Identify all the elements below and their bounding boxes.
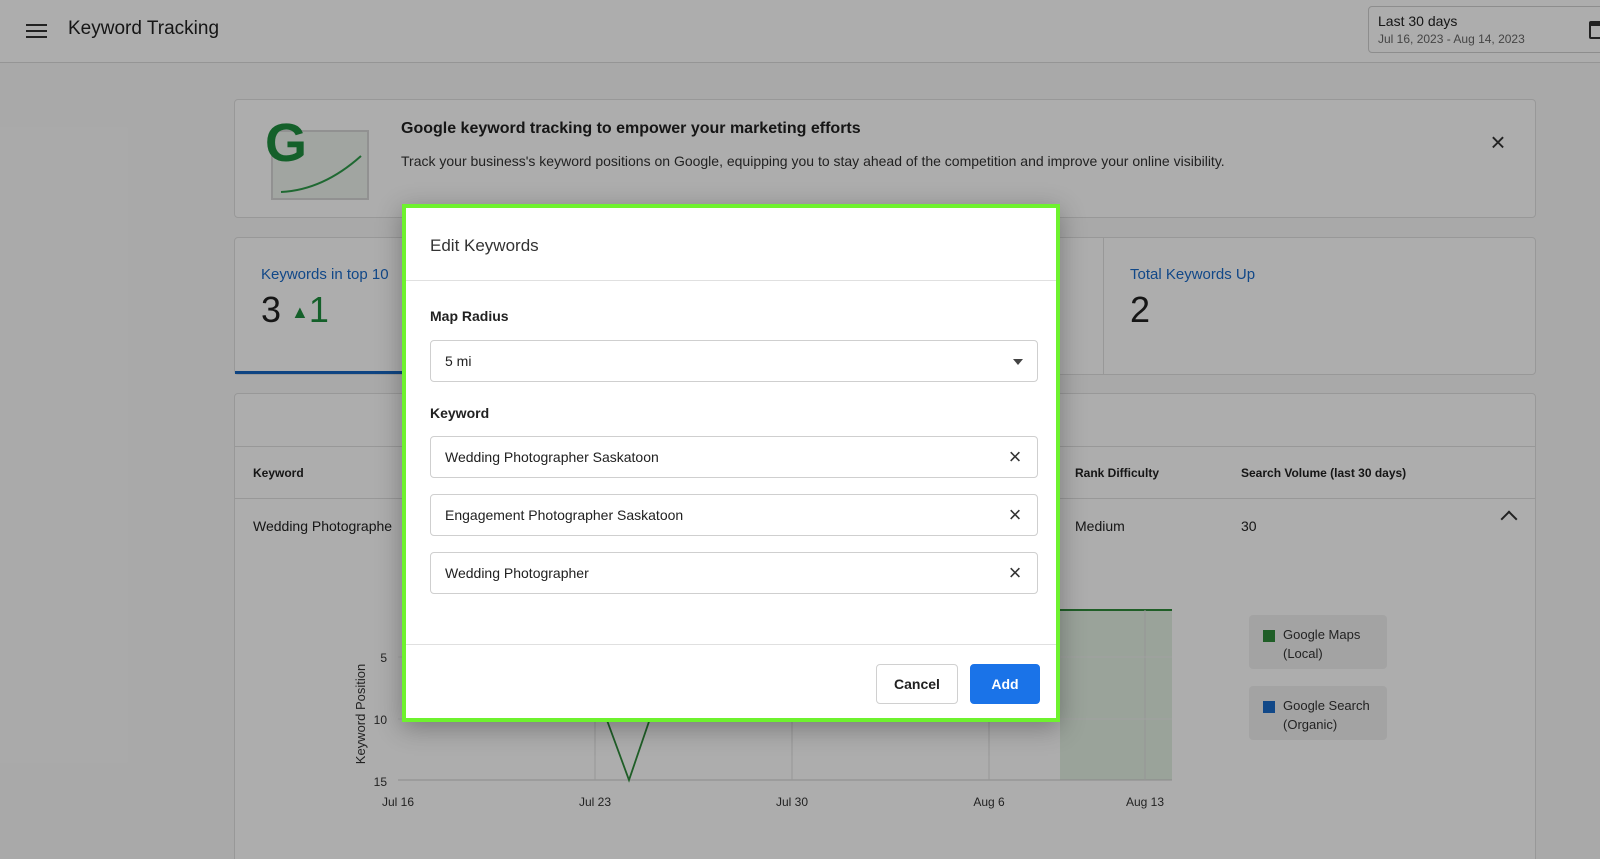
cancel-button[interactable]: Cancel bbox=[876, 664, 958, 704]
divider bbox=[406, 644, 1056, 645]
divider bbox=[406, 280, 1056, 281]
keyword-input[interactable]: Wedding Photographer Saskatoon × bbox=[430, 436, 1038, 478]
dialog-title: Edit Keywords bbox=[430, 236, 539, 255]
keyword-input[interactable]: Engagement Photographer Saskatoon × bbox=[430, 494, 1038, 536]
clear-icon[interactable]: × bbox=[1005, 504, 1025, 526]
clear-icon[interactable]: × bbox=[1005, 562, 1025, 584]
keyword-label: Keyword bbox=[430, 405, 490, 421]
add-button[interactable]: Add bbox=[970, 664, 1040, 704]
map-radius-select[interactable]: 5 mi bbox=[430, 340, 1038, 382]
map-radius-label: Map Radius bbox=[430, 308, 509, 324]
dropdown-arrow-icon bbox=[1013, 359, 1023, 365]
edit-keywords-dialog: Edit Keywords Map Radius 5 mi Keyword We… bbox=[402, 204, 1060, 722]
keyword-text: Wedding Photographer Saskatoon bbox=[445, 449, 659, 465]
keyword-text: Engagement Photographer Saskatoon bbox=[445, 507, 684, 523]
map-radius-value: 5 mi bbox=[445, 353, 472, 369]
keyword-text: Wedding Photographer bbox=[445, 565, 589, 581]
clear-icon[interactable]: × bbox=[1005, 446, 1025, 468]
keyword-input[interactable]: Wedding Photographer × bbox=[430, 552, 1038, 594]
